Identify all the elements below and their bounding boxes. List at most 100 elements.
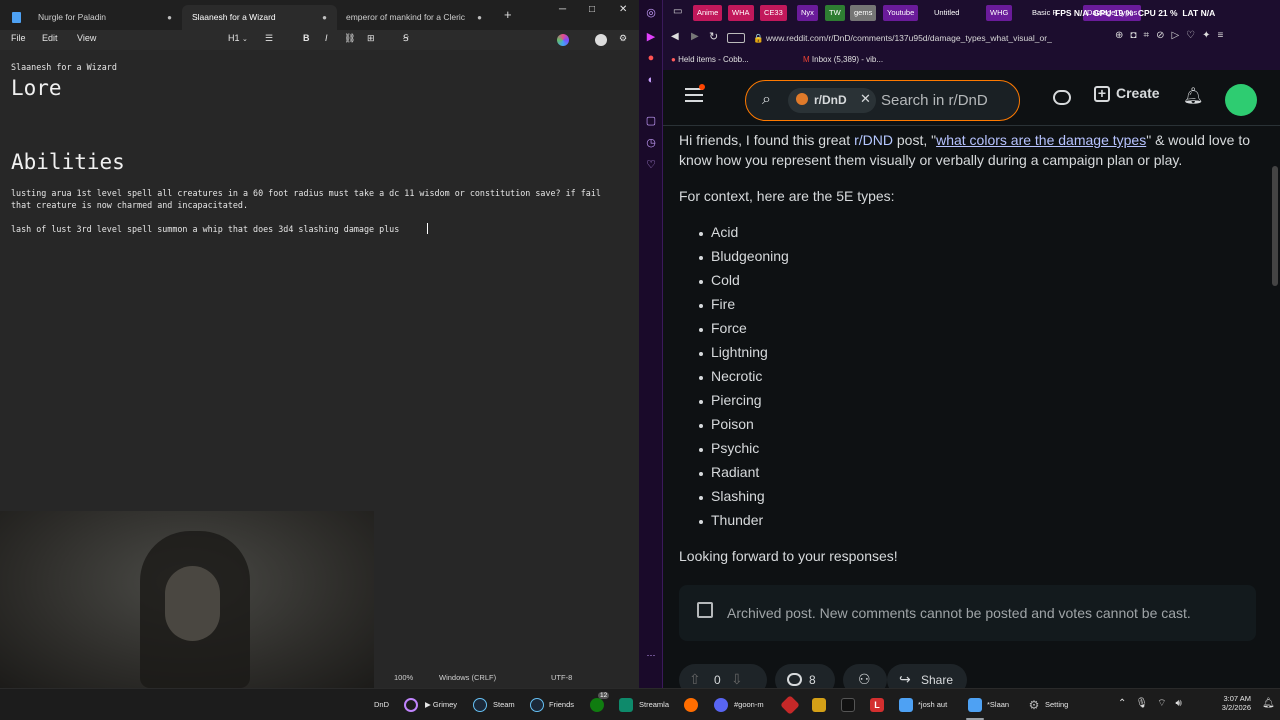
tab-nurgle[interactable]: Nurgle for Paladin ● — [0, 5, 182, 30]
taskbar-item-settings[interactable]: Setting — [1045, 697, 1068, 713]
streamlabs-icon[interactable] — [619, 698, 633, 712]
twitch-icon[interactable]: ▶ — [644, 30, 658, 44]
opera-icon[interactable]: ◎ — [644, 6, 658, 20]
bookmark-tw[interactable]: TW — [825, 5, 845, 21]
taskbar-item-notepad-josh[interactable]: *josh aut — [918, 697, 947, 713]
heart-icon[interactable]: ♡ — [644, 158, 658, 172]
zoom-level[interactable]: 100% — [394, 673, 413, 682]
link-button[interactable]: ⛓ — [344, 33, 355, 44]
taskbar-item-streamlabs[interactable]: Streamla — [639, 697, 669, 713]
bookmark-ce33[interactable]: CE33 — [760, 5, 787, 21]
clear-format-button[interactable]: Ꞩ — [403, 33, 409, 44]
reload-button[interactable]: ↻ — [709, 30, 718, 43]
steam-icon[interactable] — [473, 698, 487, 712]
wifi-icon[interactable]: ⌔ — [1157, 698, 1175, 709]
taskbar-item-steam[interactable]: Steam — [493, 697, 515, 713]
new-tab-button[interactable]: + — [504, 7, 512, 22]
user-avatar[interactable] — [1225, 84, 1257, 116]
encoding[interactable]: UTF-8 — [551, 673, 572, 682]
bold-button[interactable]: B — [303, 33, 310, 43]
create-button[interactable]: + Create — [1094, 85, 1160, 102]
vpn-badge-icon[interactable] — [727, 33, 745, 43]
tab-emperor[interactable]: emperor of mankind for a Cleric ● — [337, 5, 492, 30]
forward-button[interactable]: ▶ — [691, 31, 699, 42]
menu-edit[interactable]: Edit — [42, 33, 58, 43]
heart-icon[interactable]: ♡ — [1186, 30, 1202, 41]
bookmark-anime[interactable]: Anime — [693, 5, 723, 21]
taskbar-item-notepad-slaan[interactable]: *Slaan — [987, 697, 1009, 713]
extensions-icon[interactable]: ✦ — [1202, 30, 1217, 41]
steam-friends-icon[interactable] — [530, 698, 544, 712]
system-tray[interactable]: ⌃🎙︎⌔🔊︎ — [1118, 697, 1191, 710]
volume-icon[interactable]: 🔊︎ — [1176, 698, 1191, 709]
close-icon[interactable]: ✕ — [860, 91, 871, 107]
bookmark-youtube[interactable]: Youtube — [883, 5, 919, 21]
address-bar-actions[interactable]: ⊕◘⌗⊘▷♡✦≡ — [1115, 30, 1230, 41]
bookmark-untitled[interactable]: Untitled — [930, 5, 963, 21]
zoom-icon[interactable]: ⊕ — [1115, 30, 1130, 41]
firefox-icon[interactable] — [684, 698, 698, 712]
copilot-icon[interactable] — [557, 34, 569, 46]
account-avatar-icon[interactable] — [595, 34, 607, 46]
italic-button[interactable]: I — [325, 33, 328, 43]
crop-icon[interactable]: ⌗ — [1143, 30, 1156, 41]
bell-icon[interactable]: 🔔︎ — [1183, 86, 1203, 106]
clock[interactable]: 3:07 AM 3/2/2026 — [1217, 694, 1251, 712]
subreddit-mention[interactable]: r/DND — [854, 132, 893, 148]
damage-types-link[interactable]: what colors are the damage types — [936, 132, 1146, 148]
folder-icon[interactable] — [812, 698, 826, 712]
taskbar-item-discord[interactable]: #goon-m — [734, 697, 764, 713]
app-red-diamond-icon[interactable] — [780, 695, 800, 715]
menu-view[interactable]: View — [77, 33, 96, 43]
menu-file[interactable]: File — [11, 33, 26, 43]
bookmark-held-items[interactable]: ● Held items - Cobb... — [671, 55, 749, 64]
url-field[interactable]: 🔒 www.reddit.com/r/DnD/comments/137u95d/… — [749, 30, 1109, 46]
play-icon[interactable]: ▷ — [1171, 30, 1186, 41]
notifications-bell-icon[interactable]: 🔔︎ — [1262, 698, 1275, 709]
hamburger-menu-button[interactable] — [685, 84, 705, 102]
tabs-icon[interactable]: ▭ — [673, 6, 682, 17]
downvote-icon[interactable]: ⇩ — [731, 671, 743, 688]
upvote-icon[interactable]: ⇧ — [689, 671, 701, 688]
more-icon[interactable]: ⋯ — [644, 650, 658, 664]
list-button[interactable]: ☰ — [265, 33, 273, 44]
app-l-icon[interactable]: L — [870, 698, 884, 712]
table-button[interactable]: ⊞ — [367, 33, 375, 44]
chat-icon[interactable] — [1053, 90, 1071, 105]
xbox-icon[interactable] — [590, 698, 604, 712]
bookmark-whg[interactable]: WHG — [986, 5, 1013, 21]
heading-dropdown[interactable]: H1 ⌄ — [228, 33, 248, 43]
taskbar-item-dnd[interactable]: DnD — [374, 697, 389, 713]
minimize-button[interactable]: ─ — [559, 4, 566, 15]
scrollbar-thumb[interactable] — [1272, 166, 1278, 286]
bookmark-wha[interactable]: WHA — [728, 5, 754, 21]
youtube-icon[interactable]: ● — [644, 52, 658, 66]
maximize-button[interactable]: □ — [589, 4, 595, 15]
notepad-icon[interactable] — [899, 698, 913, 712]
discord-icon[interactable]: ◐ — [644, 74, 658, 88]
back-button[interactable]: ◀ — [671, 31, 679, 42]
taskbar-item-friends[interactable]: Friends — [549, 697, 574, 713]
camera-icon[interactable]: ◘ — [1130, 30, 1143, 41]
discord-icon[interactable] — [714, 698, 728, 712]
bookmark-gems[interactable]: gems — [850, 5, 877, 21]
chevron-up-icon[interactable]: ⌃ — [1118, 698, 1135, 709]
settings-button[interactable]: ⚙ — [619, 33, 627, 44]
microphone-icon[interactable]: 🎙︎ — [1135, 698, 1157, 709]
bookmark-nyx[interactable]: Nyx — [797, 5, 818, 21]
pinboard-icon[interactable]: ▢ — [644, 114, 658, 128]
history-icon[interactable]: ◷ — [644, 136, 658, 150]
bookmark-gmail[interactable]: M Inbox (5,389) - vib... — [803, 55, 883, 64]
capcut-icon[interactable] — [841, 698, 855, 712]
tab-slaanesh[interactable]: Slaanesh for a Wizard ● — [182, 5, 337, 30]
taskbar-item-grimey[interactable]: ▶ Grimey — [425, 697, 457, 713]
menu-icon[interactable]: ≡ — [1218, 30, 1231, 41]
close-button[interactable]: ✕ — [619, 4, 627, 15]
line-ending[interactable]: Windows (CRLF) — [439, 673, 496, 682]
block-icon[interactable]: ⊘ — [1156, 30, 1171, 41]
search-bar[interactable]: ⌕ r/DnD ✕ Search in r/DnD — [745, 80, 1020, 121]
gear-icon[interactable]: ⚙ — [1027, 698, 1041, 712]
community-chip[interactable]: r/DnD ✕ — [788, 88, 876, 113]
obs-icon[interactable] — [404, 698, 418, 712]
notepad-icon[interactable] — [968, 698, 982, 712]
